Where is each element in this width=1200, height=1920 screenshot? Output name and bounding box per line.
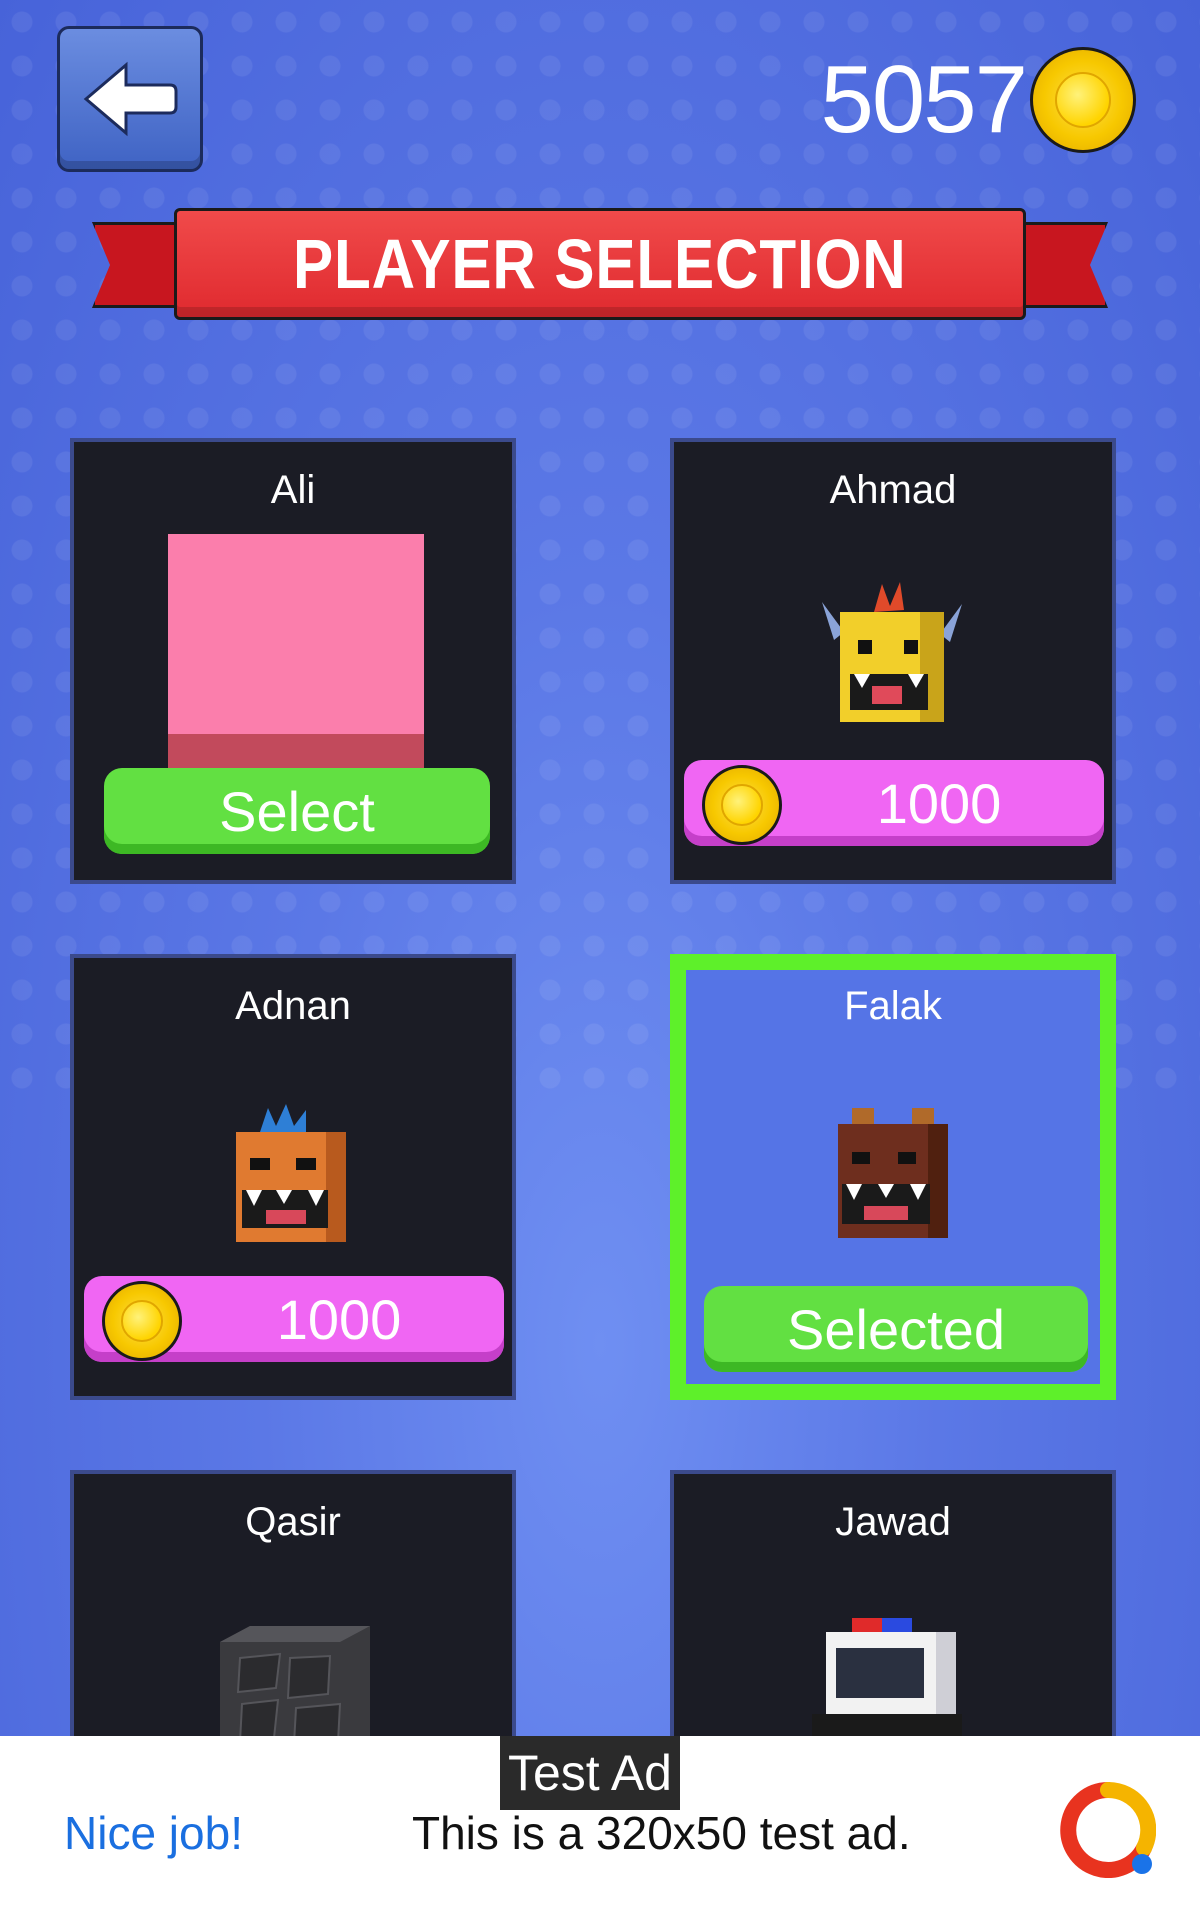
player-name: Ahmad bbox=[829, 468, 957, 512]
ad-tag: Test Ad bbox=[500, 1736, 680, 1810]
stone-cube-avatar bbox=[220, 1626, 370, 1748]
select-button[interactable]: Select bbox=[104, 768, 490, 854]
back-button[interactable] bbox=[57, 26, 203, 172]
player-name: Qasir bbox=[245, 1500, 341, 1544]
ad-headline[interactable]: Nice job! bbox=[64, 1806, 243, 1860]
player-card-ali[interactable]: Ali Select bbox=[70, 438, 516, 884]
player-name: Ali bbox=[270, 468, 316, 512]
buy-button[interactable]: 1000 bbox=[84, 1276, 504, 1362]
price-label: 1000 bbox=[876, 771, 1002, 835]
ad-body[interactable]: This is a 320x50 test ad. bbox=[412, 1806, 911, 1860]
player-name: Jawad bbox=[835, 1500, 951, 1544]
gold-coin-icon bbox=[1030, 47, 1136, 153]
player-card-jawad[interactable]: Jawad bbox=[670, 1470, 1116, 1770]
selected-button-label: Selected bbox=[787, 1297, 1005, 1361]
buy-button[interactable]: 1000 bbox=[684, 760, 1104, 846]
title-banner: PLAYER SELECTION bbox=[92, 208, 1108, 320]
coin-balance: 5057 bbox=[820, 40, 1136, 160]
price-label: 1000 bbox=[276, 1287, 402, 1351]
police-car-avatar bbox=[812, 1618, 962, 1748]
coin-balance-value: 5057 bbox=[820, 46, 1028, 153]
player-name: Adnan bbox=[235, 984, 351, 1028]
player-card-adnan[interactable]: Adnan 1000 bbox=[70, 954, 516, 1400]
player-name: Falak bbox=[844, 984, 942, 1028]
ad-banner[interactable]: Test Ad Nice job! This is a 320x50 test … bbox=[0, 1736, 1200, 1920]
yellow-monster-avatar bbox=[822, 582, 962, 722]
ad-network-logo-icon[interactable] bbox=[1060, 1782, 1156, 1878]
select-button-label: Select bbox=[219, 779, 375, 843]
banner-plate: PLAYER SELECTION bbox=[174, 208, 1026, 320]
gold-coin-icon bbox=[702, 765, 782, 845]
selected-button[interactable]: Selected bbox=[704, 1286, 1088, 1372]
player-card-ahmad[interactable]: Ahmad 1000 bbox=[670, 438, 1116, 884]
orange-dino-avatar bbox=[236, 1104, 346, 1242]
pink-cube-avatar bbox=[168, 534, 424, 770]
page-title: PLAYER SELECTION bbox=[293, 225, 907, 303]
player-card-qasir[interactable]: Qasir bbox=[70, 1470, 516, 1770]
gold-coin-icon bbox=[102, 1281, 182, 1361]
arrow-left-icon bbox=[83, 61, 178, 137]
brown-bear-avatar bbox=[838, 1108, 948, 1238]
player-card-falak[interactable]: Falak Selected bbox=[670, 954, 1116, 1400]
